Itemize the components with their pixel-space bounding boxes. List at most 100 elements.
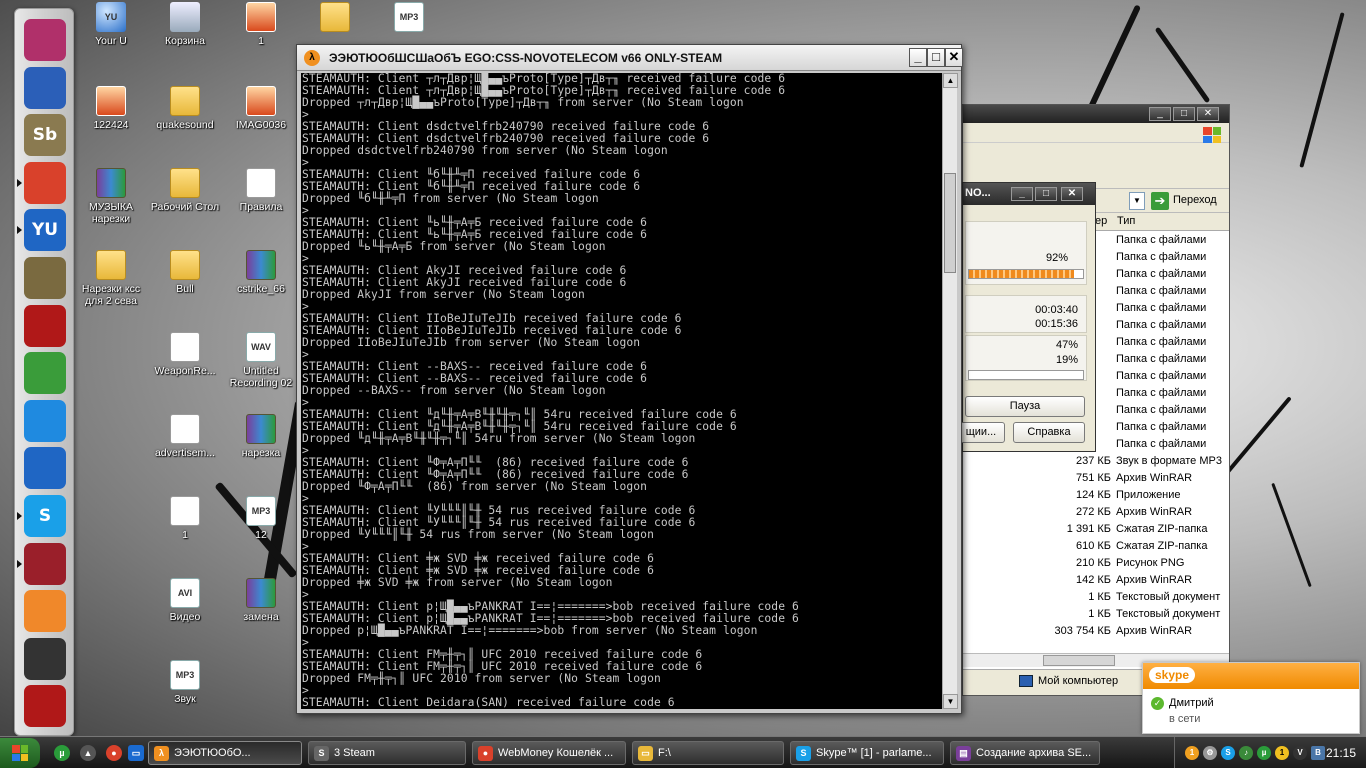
desktop-icon[interactable]: 122424 (74, 86, 148, 131)
console-scrollbar[interactable]: ▲ ▼ (942, 73, 958, 709)
desktop-icon[interactable]: Нарезки ксс для 2 сева (74, 250, 148, 307)
steam-icon[interactable] (17, 542, 66, 585)
aorg-icon[interactable]: ▲ (80, 745, 96, 761)
temple-icon[interactable] (24, 257, 66, 299)
archive-close-button[interactable]: ✕ (1061, 187, 1083, 201)
console-minimize-button[interactable]: _ (909, 48, 927, 67)
feather-icon[interactable] (24, 66, 66, 109)
console-output[interactable]: STEAMAUTH: Client ┬л┬Двр¦Щ█▄▄ъProto[Type… (301, 73, 942, 709)
player-icon[interactable] (24, 399, 66, 442)
desktop-icon[interactable]: WAV Untitled Recording 02 (224, 332, 298, 389)
contact-name[interactable]: Дмитрий (1169, 697, 1214, 709)
desktop-icon[interactable]: AVI Видео (148, 578, 222, 623)
console-titlebar[interactable]: λ ЭЭЮТЮОбШСШаОбЪ EGO:CSS-NOVOTELECOM v66… (297, 45, 963, 71)
tray-v-icon[interactable]: V (1293, 746, 1307, 760)
help-button[interactable]: Справка (1013, 422, 1085, 443)
yu-icon[interactable]: YU (17, 209, 66, 252)
taskbar-button[interactable]: ▤ Создание архива SE... (950, 741, 1100, 765)
desktop-icon[interactable]: Правила (224, 168, 298, 213)
sb-icon[interactable]: Sb (24, 114, 66, 157)
column-size-partial[interactable]: ер (1095, 215, 1107, 227)
file-row[interactable]: 272 КБ Архив WinRAR (963, 504, 1229, 521)
disc-icon[interactable] (24, 304, 66, 347)
desktop-icon[interactable]: Bull (148, 250, 222, 295)
desktop-icon[interactable]: IMAG0036 (224, 86, 298, 131)
close-button[interactable]: ✕ (1197, 107, 1219, 121)
options-button[interactable]: щии... (957, 422, 1005, 443)
taskbar-button[interactable]: S 3 Steam (308, 741, 466, 765)
scroll-thumb[interactable] (1043, 655, 1115, 666)
server-console-window[interactable]: λ ЭЭЮТЮОбШСШаОбЪ EGO:CSS-NOVOTELECOM v66… (296, 44, 963, 714)
start-button[interactable] (0, 738, 40, 768)
file-row[interactable]: 1 КБ Текстовый документ (963, 606, 1229, 623)
go-button[interactable]: Переход (1173, 194, 1217, 206)
desktop-icon[interactable]: quakesound (148, 86, 222, 131)
maximize-button[interactable]: □ (1173, 107, 1195, 121)
explorer-titlebar[interactable]: _ □ ✕ (963, 105, 1229, 123)
console-scroll-thumb[interactable] (944, 173, 956, 273)
show-desktop-icon[interactable]: ▭ (128, 745, 144, 761)
pause-button[interactable]: Пауза (965, 396, 1085, 417)
scroll-down-icon[interactable]: ▼ (943, 694, 958, 709)
archive-minimize-button[interactable]: _ (1011, 187, 1033, 201)
file-row[interactable]: 142 КБ Архив WinRAR (963, 572, 1229, 589)
desktop-icon[interactable]: cstrike_66 (224, 250, 298, 295)
tray-sound-icon[interactable]: ♪ (1239, 746, 1253, 760)
file-row[interactable]: 1 КБ Текстовый документ (963, 589, 1229, 606)
desktop-icon[interactable]: Рабочий Стол (148, 168, 222, 213)
desktop-icon[interactable]: YU Your U (74, 2, 148, 47)
trash-icon[interactable] (24, 685, 66, 728)
desktop-icon[interactable]: 1 (148, 496, 222, 541)
tray-notify-icon[interactable]: 1 (1185, 746, 1199, 760)
desktop-icon[interactable] (298, 2, 372, 35)
go-arrow-icon[interactable]: ➔ (1151, 192, 1169, 210)
tray-vk-icon[interactable]: B (1311, 746, 1325, 760)
scroll-up-icon[interactable]: ▲ (943, 73, 958, 88)
desktop-icon[interactable]: нарезка (224, 414, 298, 459)
sims-icon[interactable] (24, 352, 66, 395)
aorg-icon[interactable] (24, 637, 66, 680)
file-row[interactable]: 1 391 КБ Сжатая ZIP-папка (963, 521, 1229, 538)
file-row[interactable]: 751 КБ Архив WinRAR (963, 470, 1229, 487)
file-row[interactable]: 303 754 КБ Архив WinRAR (963, 623, 1229, 640)
skype-icon[interactable]: S (17, 495, 66, 537)
file-row[interactable]: 124 КБ Приложение (963, 487, 1229, 504)
chrome-icon[interactable]: ● (106, 745, 122, 761)
taskbar-button[interactable]: ▭ F:\ (632, 741, 784, 765)
taskbar-button[interactable]: λ ЭЭЮТЮОбО... (148, 741, 302, 765)
archive-progress-dialog[interactable]: NO... _ □ ✕ 92% 00:03:40 00:15:36 47% 19… (957, 182, 1096, 452)
desktop-icon[interactable]: замена (224, 578, 298, 623)
game-icon[interactable] (24, 590, 66, 633)
desktop-icon[interactable]: WeaponRe... (148, 332, 222, 377)
file-size: 272 КБ (1075, 506, 1111, 518)
skype-notification[interactable]: skype ✓ Дмитрий в сети (1142, 662, 1360, 734)
desktop-icon[interactable]: advertisem... (148, 414, 222, 459)
minimize-button[interactable]: _ (1149, 107, 1171, 121)
archive-titlebar[interactable]: NO... _ □ ✕ (963, 183, 1095, 205)
file-row[interactable]: 610 КБ Сжатая ZIP-папка (963, 538, 1229, 555)
desktop-icon[interactable]: MP3 12 (224, 496, 298, 541)
desktop-icon[interactable]: МУЗЫКА нарезки (74, 168, 148, 225)
tray-badge-icon[interactable]: 1 (1275, 746, 1289, 760)
file-row[interactable]: 210 КБ Рисунок PNG (963, 555, 1229, 572)
desktop-icon[interactable]: MP3 Звук (148, 660, 222, 705)
tray-skype-icon[interactable]: S (1221, 746, 1235, 760)
tray-utorrent-icon[interactable]: µ (1257, 746, 1271, 760)
archive-maximize-button[interactable]: □ (1035, 187, 1057, 201)
chrome-icon[interactable] (17, 161, 66, 204)
column-type[interactable]: Тип (1117, 215, 1135, 227)
monitor-icon[interactable] (24, 19, 66, 61)
console-close-button[interactable]: ✕ (945, 48, 963, 67)
address-dropdown-icon[interactable]: ▼ (1129, 192, 1145, 210)
file-row[interactable]: 237 КБ Звук в формате MP3 (963, 453, 1229, 470)
desktop-icon[interactable]: 1 (224, 2, 298, 47)
utorrent-icon[interactable]: µ (54, 745, 70, 761)
tray-network-icon[interactable]: ⚙ (1203, 746, 1217, 760)
teamviewer-icon[interactable] (24, 447, 66, 490)
clock[interactable]: 21:15 (1326, 746, 1356, 760)
taskbar-button[interactable]: ● WebMoney Кошелёк ... (472, 741, 626, 765)
console-maximize-button[interactable]: □ (927, 48, 945, 67)
desktop-icon[interactable]: Корзина (148, 2, 222, 47)
taskbar-button[interactable]: S Skype™ [1] - parlame... (790, 741, 944, 765)
desktop-icon[interactable]: MP3 (372, 2, 446, 35)
